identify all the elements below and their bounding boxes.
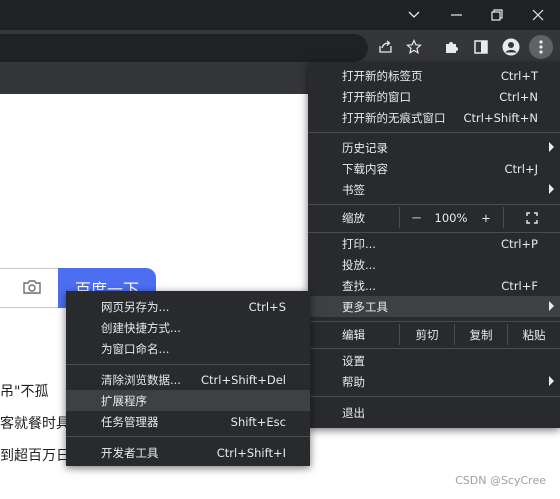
chrome-main-menu: 打开新的标签页 Ctrl+T 打开新的窗口 Ctrl+N 打开新的无痕式窗口 Ctrl… — [308, 62, 560, 428]
menu-divider — [308, 321, 560, 322]
menu-item-task-manager[interactable]: 任务管理器 Shift+Esc — [66, 411, 310, 432]
zoom-level: 100% — [434, 210, 468, 225]
menu-item-help[interactable]: 帮助 — [308, 371, 560, 392]
address-bar[interactable] — [0, 34, 368, 62]
menu-item-settings[interactable]: 设置 — [308, 350, 560, 371]
menu-divider — [66, 436, 310, 437]
restore-icon[interactable] — [477, 0, 517, 30]
page-text-line: 客就餐时具 — [0, 416, 70, 432]
zoom-out-button[interactable]: － — [399, 207, 433, 228]
camera-icon[interactable] — [22, 279, 42, 295]
chevron-right-icon — [549, 376, 554, 386]
chevron-right-icon — [549, 142, 554, 152]
star-icon[interactable] — [402, 35, 426, 59]
profile-icon[interactable] — [499, 35, 523, 59]
puzzle-icon[interactable] — [440, 35, 464, 59]
watermark: CSDN @ScyCree — [455, 474, 546, 487]
menu-item-zoom: 缩放 － 100% + — [308, 207, 560, 228]
fullscreen-icon[interactable] — [503, 207, 560, 228]
menu-item-new-tab[interactable]: 打开新的标签页 Ctrl+T — [308, 65, 560, 86]
menu-item-cast[interactable]: 投放... — [308, 254, 560, 275]
menu-item-exit[interactable]: 退出 — [308, 402, 560, 423]
menu-item-bookmarks[interactable]: 书签 — [308, 179, 560, 200]
menu-item-find[interactable]: 查找... Ctrl+F — [308, 275, 560, 296]
menu-item-extensions[interactable]: 扩展程序 — [66, 390, 310, 411]
menu-item-dev-tools[interactable]: 开发者工具 Ctrl+Shift+I — [66, 442, 310, 463]
zoom-in-button[interactable]: + — [469, 207, 503, 228]
menu-item-incognito[interactable]: 打开新的无痕式窗口 Ctrl+Shift+N — [308, 107, 560, 128]
paste-button[interactable]: 粘贴 — [507, 324, 560, 345]
browser-toolbar — [0, 30, 560, 64]
menu-divider — [308, 348, 560, 349]
more-vert-icon[interactable] — [529, 35, 553, 59]
menu-item-downloads[interactable]: 下载内容 Ctrl+J — [308, 158, 560, 179]
title-bar — [0, 0, 560, 30]
more-tools-submenu: 网页另存为... Ctrl+S 创建快捷方式... 为窗口命名... 清除浏览数据… — [66, 291, 310, 466]
menu-item-history[interactable]: 历史记录 — [308, 137, 560, 158]
close-icon[interactable] — [518, 0, 558, 30]
cut-button[interactable]: 剪切 — [399, 324, 454, 345]
minimize-icon[interactable] — [437, 0, 477, 30]
sidebar-icon[interactable] — [469, 35, 493, 59]
menu-item-create-shortcut[interactable]: 创建快捷方式... — [66, 317, 310, 338]
chevron-right-icon — [549, 301, 554, 311]
menu-item-clear-data[interactable]: 清除浏览数据... Ctrl+Shift+Del — [66, 369, 310, 390]
page-text-line: 到超百万日 — [0, 448, 70, 464]
menu-divider — [66, 364, 310, 365]
menu-divider — [308, 396, 560, 397]
menu-item-new-window[interactable]: 打开新的窗口 Ctrl+N — [308, 86, 560, 107]
share-icon[interactable] — [374, 35, 398, 59]
menu-divider — [308, 204, 560, 205]
chevron-right-icon — [549, 184, 554, 194]
menu-item-edit: 编辑 剪切 复制 粘贴 — [308, 324, 560, 345]
copy-button[interactable]: 复制 — [454, 324, 507, 345]
page-text-line: 吊"不孤 — [0, 384, 49, 400]
menu-item-more-tools[interactable]: 更多工具 — [308, 296, 560, 317]
chevron-down-icon[interactable] — [394, 0, 434, 30]
menu-item-save-page[interactable]: 网页另存为... Ctrl+S — [66, 296, 310, 317]
menu-item-name-window[interactable]: 为窗口命名... — [66, 338, 310, 359]
menu-divider — [308, 132, 560, 133]
menu-item-print[interactable]: 打印... Ctrl+P — [308, 233, 560, 254]
